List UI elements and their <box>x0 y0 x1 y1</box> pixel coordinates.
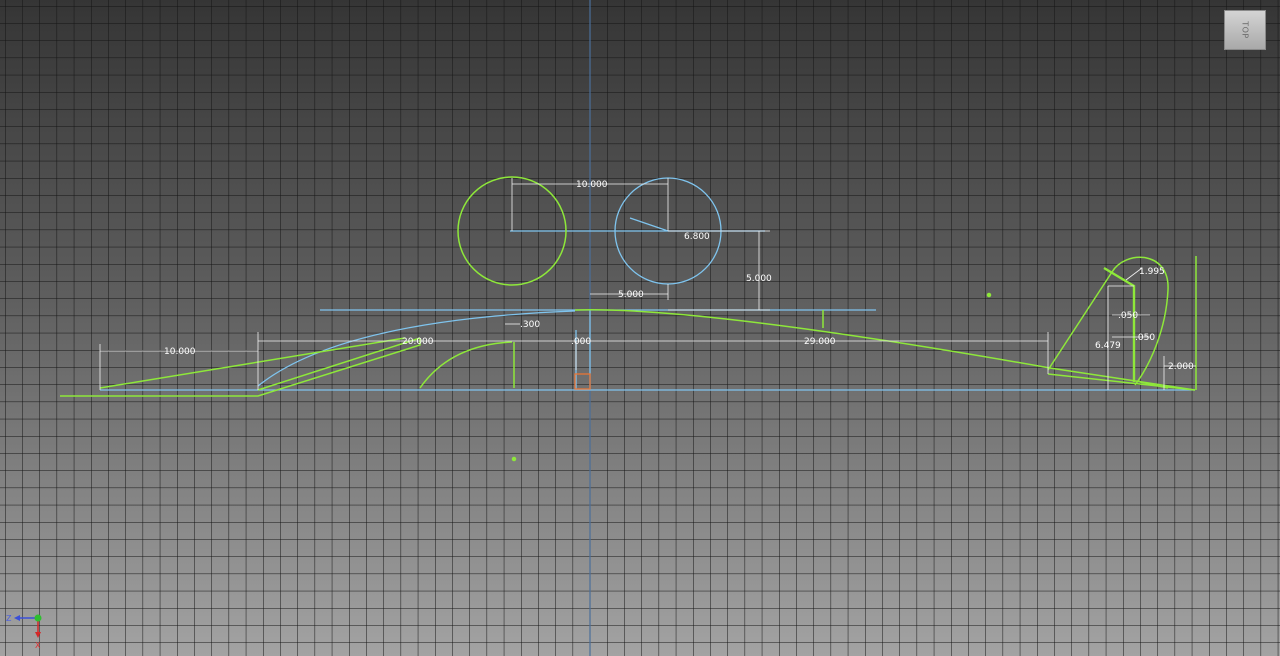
dimension-5-000-vertical[interactable]: 5.000 <box>746 274 772 284</box>
viewcube-top[interactable]: TOP <box>1224 10 1266 50</box>
dimension-050-b[interactable]: .050 <box>1135 333 1155 343</box>
dimension-10-000-left[interactable]: 10.000 <box>164 347 196 357</box>
dimension-6-479[interactable]: 6.479 <box>1095 341 1121 351</box>
x-axis-label: X <box>35 641 41 650</box>
dimension-5-000-horizontal[interactable]: 5.000 <box>618 290 644 300</box>
dimension-10-000-top[interactable]: 10.000 <box>576 180 608 190</box>
viewcube-face-label: TOP <box>1240 21 1250 39</box>
axis-triad: Z X <box>6 614 42 650</box>
sketch-grid <box>0 0 1280 656</box>
sketch-point-a[interactable] <box>986 292 992 298</box>
y-axis-dot <box>34 614 42 622</box>
sketch-point-b[interactable] <box>511 456 517 462</box>
dimension-050-a[interactable]: .050 <box>1118 311 1138 321</box>
dimension-300[interactable]: .300 <box>520 320 540 330</box>
sketch-scene[interactable]: 10.000 6.800 5.000 5.000 10.000 20.000 .… <box>0 0 1280 656</box>
dimension-000[interactable]: .000 <box>571 337 591 347</box>
z-axis-arrow <box>14 615 20 621</box>
dimension-20-000[interactable]: 20.000 <box>402 337 434 347</box>
x-axis-arrow <box>35 632 41 638</box>
dimension-6-800[interactable]: 6.800 <box>684 232 710 242</box>
z-axis-label: Z <box>6 614 12 623</box>
dimension-29-000[interactable]: 29.000 <box>804 337 836 347</box>
dimension-1-995[interactable]: 1.995 <box>1139 267 1165 277</box>
sketch-canvas[interactable]: 10.000 6.800 5.000 5.000 10.000 20.000 .… <box>0 0 1280 656</box>
dimension-2-000[interactable]: 2.000 <box>1168 362 1194 372</box>
